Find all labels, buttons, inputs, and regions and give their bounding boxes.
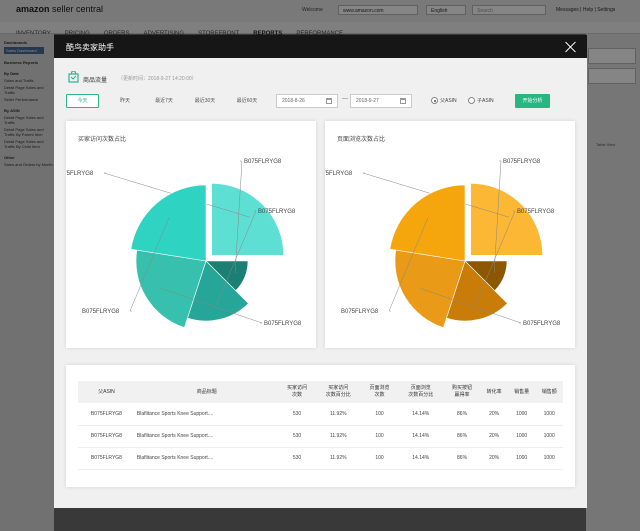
shopping-bag-icon	[68, 71, 79, 83]
table-cell: 86%	[443, 403, 481, 426]
table-row[interactable]: B075FLRYG8 Blaflitance Sports Knee Suppor…	[78, 447, 563, 470]
modal-header: 酷鸟卖家助手	[54, 35, 587, 58]
column-header: 销售量	[507, 381, 536, 403]
radio-parent-asin-label: 父ASIN	[440, 98, 457, 104]
end-date-input[interactable]: 2018-9-27	[350, 94, 412, 108]
tab-last-30-days[interactable]: 最近30天	[190, 94, 220, 108]
table-cell: 1000	[535, 403, 563, 426]
table-cell: 1000	[507, 447, 536, 470]
slice-label: B075FLRYG8	[523, 321, 561, 327]
table-cell: 11.92%	[315, 403, 362, 426]
asin-table: 父ASIN 商品标题 买家访问 次数 买家访问 次数百分比 页面浏览 次数 页面浏览 次数百分比购…	[78, 381, 563, 470]
table-cell: Blaflitance Sports Knee Support....	[134, 447, 279, 470]
radio-child-asin[interactable]	[468, 97, 475, 104]
table-cell: B075FLRYG8	[78, 425, 135, 448]
seller-assistant-modal: 酷鸟卖家助手 商品流量 （更新时间：2018-9-27 14:20:00） 今天…	[54, 35, 587, 508]
column-header: 父ASIN	[78, 381, 135, 403]
table-cell: 14.14%	[397, 425, 444, 448]
start-date-value: 2018-8-26	[282, 98, 305, 104]
end-date-value: 2018-9-27	[356, 98, 379, 104]
pie-slice[interactable]	[211, 183, 284, 256]
slice-label: B075FLRYG8	[341, 309, 379, 315]
traffic-panel: 商品流量 （更新时间：2018-9-27 14:20:00） 今天 昨天 最近7…	[66, 63, 575, 514]
column-header: 页面浏览 次数	[361, 381, 398, 403]
slice-label: B075FLRYG8	[503, 159, 541, 165]
start-date-input[interactable]: 2018-8-26	[276, 94, 338, 108]
table-cell: 11.92%	[315, 447, 362, 470]
pie-slice[interactable]	[389, 184, 466, 262]
slice-label: B075FLRYG8	[258, 209, 296, 215]
asin-table-card: 父ASIN 商品标题 买家访问 次数 买家访问 次数百分比 页面浏览 次数 页面浏览 次数百分比购…	[66, 365, 575, 487]
table-cell: 14.14%	[397, 403, 444, 426]
tab-today[interactable]: 今天	[66, 94, 99, 108]
table-cell: 1000	[535, 425, 563, 448]
tab-last-7-days[interactable]: 最近7天	[150, 94, 178, 108]
table-row[interactable]: B075FLRYG8 Blaflitance Sports Knee Suppor…	[78, 403, 563, 426]
table-cell: 530	[278, 447, 316, 470]
table-cell: 14.14%	[397, 447, 444, 470]
update-time: （更新时间：2018-9-27 14:20:00）	[118, 76, 197, 82]
column-header: 销售额	[535, 381, 563, 403]
slice-label: B075FLRYG8	[82, 309, 120, 315]
column-header: 页面浏览 次数百分比	[397, 381, 444, 403]
table-cell: 20%	[480, 403, 508, 426]
column-header: 购买按钮 赢得率	[443, 381, 481, 403]
column-header: 买家访问 次数	[278, 381, 316, 403]
table-cell: 100	[361, 425, 398, 448]
tab-yesterday[interactable]: 昨天	[114, 94, 136, 108]
slice-label: B075FLRYG8	[325, 171, 353, 177]
table-cell: 100	[361, 447, 398, 470]
table-cell: 20%	[480, 447, 508, 470]
table-cell: 530	[278, 425, 316, 448]
tab-last-60-days[interactable]: 最近60天	[232, 94, 262, 108]
radio-parent-asin[interactable]	[431, 97, 438, 104]
column-header: 商品标题	[134, 381, 279, 403]
table-row[interactable]: B075FLRYG8 Blaflitance Sports Knee Suppor…	[78, 425, 563, 448]
close-icon[interactable]	[564, 40, 577, 53]
column-header: 转化率	[480, 381, 508, 403]
pie-slice[interactable]	[130, 184, 207, 262]
table-cell: 11.92%	[315, 425, 362, 448]
start-analysis-button[interactable]: 开始分析	[515, 94, 550, 108]
table-cell: 20%	[480, 425, 508, 448]
date-separator: —	[342, 96, 348, 102]
table-cell: Blaflitance Sports Knee Support....	[134, 425, 279, 448]
column-header: 买家访问 次数百分比	[315, 381, 362, 403]
section-title: 商品流量	[83, 78, 108, 84]
pageviews-pie-chart: B075FLRYG8 B075FLRYG8 B075FLRYG8 B075FLRYG8…	[325, 159, 561, 328]
visits-pie-chart: B075FLRYG8 B075FLRYG8 B075FLRYG8 B075FLRYG8…	[66, 159, 302, 328]
slice-label: B075FLRYG8	[264, 321, 302, 327]
table-cell: 1000	[507, 403, 536, 426]
table-cell: 1000	[507, 425, 536, 448]
table-cell: B075FLRYG8	[78, 403, 135, 426]
table-cell: 530	[278, 403, 316, 426]
table-header-row: 父ASIN 商品标题 买家访问 次数 买家访问 次数百分比 页面浏览 次数 页面浏览 次数百分比购…	[78, 381, 563, 403]
calendar-icon	[400, 98, 406, 104]
table-cell: 86%	[443, 425, 481, 448]
table-cell: 1000	[535, 447, 563, 470]
modal-title: 酷鸟卖家助手	[66, 43, 114, 52]
table-cell: Blaflitance Sports Knee Support....	[134, 403, 279, 426]
slice-label: B075FLRYG8	[517, 209, 555, 215]
table-cell: B075FLRYG8	[78, 447, 135, 470]
slice-label: B075FLRYG8	[66, 171, 94, 177]
radio-child-asin-label: 子ASIN	[477, 98, 494, 104]
visits-chart-card: 买家访问次数占比 B075FLRYG8B075FLRYG8B075FLRYG8B…	[66, 121, 316, 348]
slice-label: B075FLRYG8	[244, 159, 282, 165]
pageviews-chart-card: 页面浏览次数占比 B075FLRYG8B075FLRYG8B075FLRYG8B…	[325, 121, 575, 348]
calendar-icon	[326, 98, 332, 104]
table-cell: 100	[361, 403, 398, 426]
table-cell: 86%	[443, 447, 481, 470]
pie-slice[interactable]	[470, 183, 543, 256]
